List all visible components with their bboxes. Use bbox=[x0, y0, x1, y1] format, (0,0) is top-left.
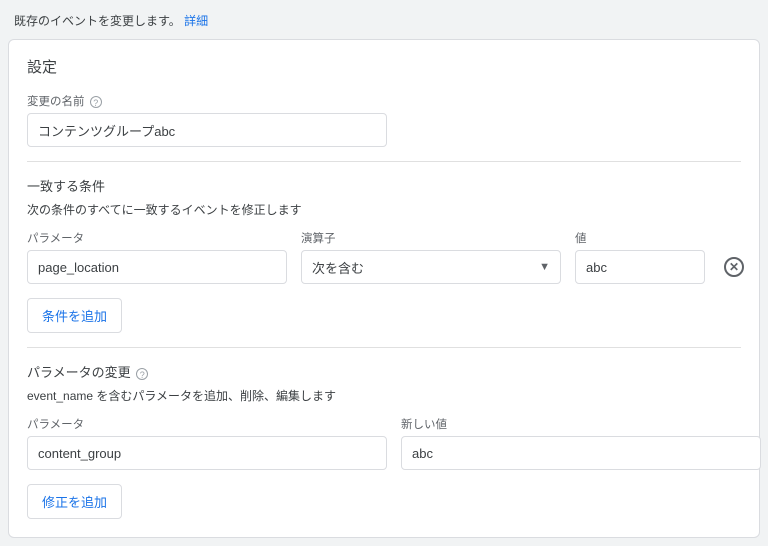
params-subtitle: event_name を含むパラメータを追加、削除、編集します bbox=[27, 387, 741, 404]
help-icon[interactable]: ? bbox=[90, 96, 102, 108]
settings-card: 設定 変更の名前 ? 一致する条件 次の条件のすべてに一致するイベントを修正しま… bbox=[8, 39, 760, 538]
operator-label: 演算子 bbox=[301, 230, 561, 246]
params-title: パラメータの変更 bbox=[27, 365, 131, 380]
intro-text: 既存のイベントを変更します。 詳細 bbox=[8, 10, 760, 39]
add-condition-button[interactable]: 条件を追加 bbox=[27, 298, 122, 333]
name-section: 変更の名前 ? 一致する条件 次の条件のすべてに一致するイベントを修正します パ… bbox=[9, 79, 759, 537]
condition-operator-select[interactable]: 次を含む ▼ bbox=[301, 250, 561, 284]
name-label: 変更の名前 bbox=[27, 96, 85, 108]
param-mod-row: パラメータ 新しい値 bbox=[27, 416, 741, 470]
params-mod-section: パラメータの変更 ? event_name を含むパラメータを追加、削除、編集し… bbox=[27, 348, 741, 519]
param-mod-param-label: パラメータ bbox=[27, 416, 387, 432]
intro-detail-link[interactable]: 詳細 bbox=[184, 14, 208, 28]
operator-value: 次を含む bbox=[312, 258, 364, 277]
remove-condition-button[interactable]: ✕ bbox=[724, 257, 744, 277]
value-label: 値 bbox=[575, 230, 705, 246]
modification-name-input[interactable] bbox=[27, 113, 387, 147]
condition-parameter-input[interactable] bbox=[27, 250, 287, 284]
help-icon[interactable]: ? bbox=[136, 368, 148, 380]
chevron-down-icon: ▼ bbox=[539, 261, 550, 273]
condition-row: パラメータ 演算子 次を含む ▼ 値 bbox=[27, 230, 741, 284]
condition-value-input[interactable] bbox=[575, 250, 705, 284]
close-icon: ✕ bbox=[729, 261, 739, 273]
intro-text-label: 既存のイベントを変更します。 bbox=[14, 14, 181, 28]
param-mod-newvalue-label: 新しい値 bbox=[401, 416, 761, 432]
conditions-subtitle: 次の条件のすべてに一致するイベントを修正します bbox=[27, 201, 741, 218]
param-mod-parameter-input[interactable] bbox=[27, 436, 387, 470]
card-title: 設定 bbox=[9, 40, 759, 79]
param-label: パラメータ bbox=[27, 230, 287, 246]
add-modification-button[interactable]: 修正を追加 bbox=[27, 484, 122, 519]
conditions-section: 一致する条件 次の条件のすべてに一致するイベントを修正します パラメータ 演算子… bbox=[27, 162, 741, 333]
param-mod-newvalue-input[interactable] bbox=[401, 436, 761, 470]
conditions-title: 一致する条件 bbox=[27, 176, 741, 195]
